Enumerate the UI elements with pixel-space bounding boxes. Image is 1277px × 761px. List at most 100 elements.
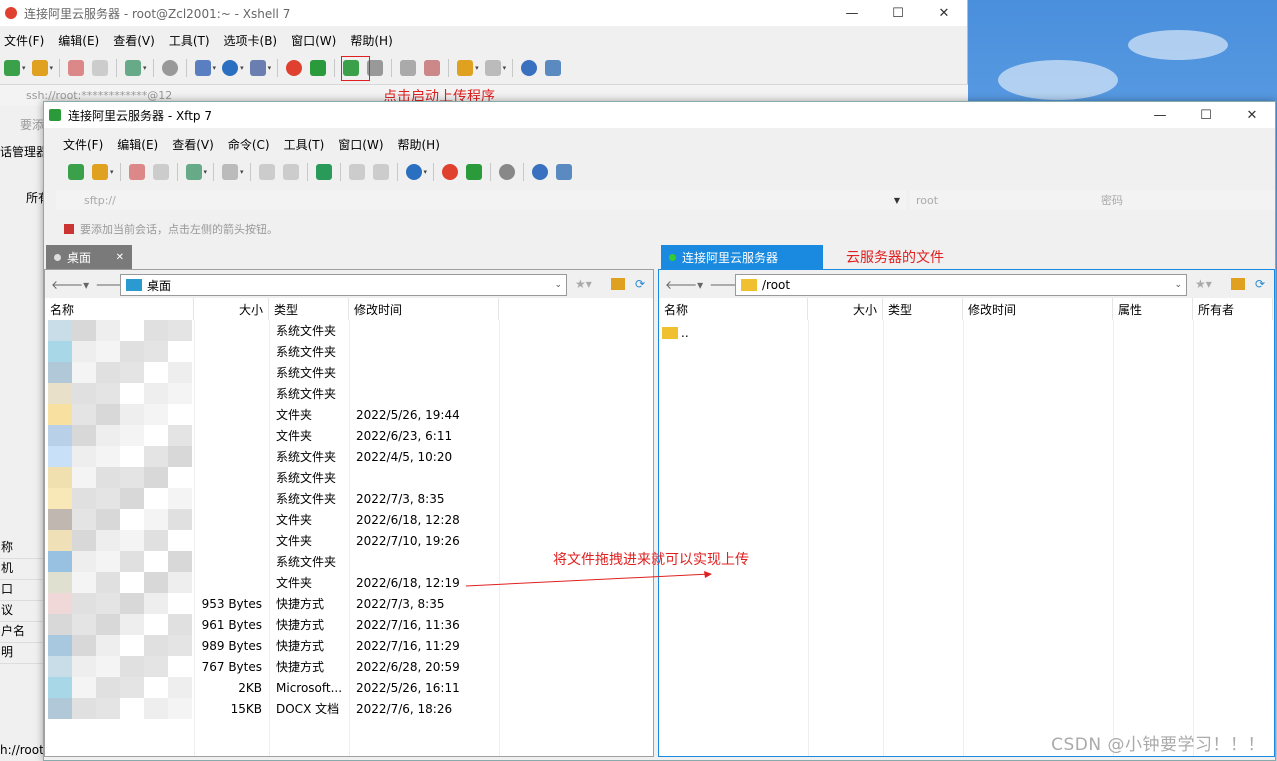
transfer-icon[interactable] — [194, 60, 211, 76]
col-size[interactable]: 大小 — [194, 298, 269, 320]
remote-path-dropdown-icon[interactable]: ⌄ — [1174, 280, 1182, 290]
highlight-icon[interactable] — [424, 60, 441, 76]
remote-col-modified[interactable]: 修改时间 — [963, 298, 1113, 320]
tab-server[interactable]: 连接阿里云服务器 — [661, 245, 823, 269]
xftp-menu-edit[interactable]: 编辑(E) — [110, 136, 165, 153]
xftp-menu-view[interactable]: 查看(V) — [165, 136, 221, 153]
remote-back-arrow-icon[interactable]: 🡐▾ — [665, 277, 703, 292]
local-path-input[interactable]: 桌面 ⌄ — [120, 274, 567, 296]
parent-folder-icon[interactable] — [611, 278, 625, 290]
table-row[interactable]: 文件夹 2022/5/26, 19:44 — [45, 404, 499, 425]
col-type[interactable]: 类型 — [269, 298, 349, 320]
xftp-new-session-icon[interactable] — [68, 164, 84, 180]
table-row[interactable]: 989 Bytes 快捷方式 2022/7/16, 11:29 — [45, 635, 499, 656]
layout-icon[interactable] — [484, 60, 501, 76]
tab-desktop[interactable]: 桌面 ✕ — [46, 245, 132, 269]
remote-pane[interactable]: 🡐▾ 🡒▾ /root ⌄ ★▾ ⟳ 名称 大小 类型 修改时间 属性 所有者 — [658, 269, 1275, 757]
sftp-address-input[interactable]: sftp:// ▼ — [56, 190, 906, 210]
col-name[interactable]: 名称 — [45, 298, 194, 320]
refresh-icon[interactable]: ⟳ — [635, 277, 645, 291]
remote-col-size[interactable]: 大小 — [808, 298, 883, 320]
new-tab-icon[interactable] — [457, 60, 474, 76]
globe-icon[interactable] — [222, 60, 239, 76]
font-icon[interactable] — [249, 60, 266, 76]
table-row[interactable]: 文件夹 2022/6/23, 6:11 — [45, 425, 499, 446]
menu-edit[interactable]: 编辑(E) — [51, 32, 106, 49]
close-button[interactable]: ✕ — [921, 0, 967, 26]
table-row[interactable]: 15KB DOCX 文档 2022/7/6, 18:26 — [45, 698, 499, 719]
disconnect-icon[interactable] — [92, 60, 109, 76]
chat-icon[interactable] — [545, 60, 562, 76]
table-row[interactable]: 系统文件夹 2022/7/3, 8:35 — [45, 488, 499, 509]
table-row[interactable]: 系统文件夹 — [45, 341, 499, 362]
table-row[interactable]: 文件夹 2022/6/18, 12:19 — [45, 572, 499, 593]
table-row[interactable]: .. — [662, 322, 689, 343]
menu-view[interactable]: 查看(V) — [106, 32, 162, 49]
xftp-connect-icon[interactable] — [128, 164, 145, 180]
xftp-paste-icon[interactable] — [282, 164, 299, 180]
search-icon[interactable] — [161, 60, 178, 76]
xftp-copy-icon[interactable] — [258, 164, 275, 180]
xftp-properties-icon[interactable] — [185, 164, 202, 180]
menu-tabs[interactable]: 选项卡(B) — [217, 32, 285, 49]
table-row[interactable]: 系统文件夹 — [45, 551, 499, 572]
xftp-xshell-icon[interactable] — [442, 164, 459, 180]
xftp-menu-command[interactable]: 命令(C) — [221, 136, 277, 153]
table-row[interactable]: 2KB Microsoft... 2022/5/26, 16:11 — [45, 677, 499, 698]
open-folder-icon[interactable] — [31, 60, 48, 76]
remote-col-type[interactable]: 类型 — [883, 298, 963, 320]
table-row[interactable]: 系统文件夹 — [45, 383, 499, 404]
xftp-close-button[interactable]: ✕ — [1229, 102, 1275, 128]
tab-close-icon[interactable]: ✕ — [116, 252, 124, 263]
xftp-open-icon[interactable] — [92, 164, 108, 180]
menu-help[interactable]: 帮助(H) — [343, 32, 399, 49]
table-row[interactable]: 系统文件夹 — [45, 320, 499, 341]
address-dropdown-icon[interactable]: ▼ — [894, 196, 900, 205]
settings-gear-icon[interactable] — [499, 164, 516, 180]
xshell-icon[interactable] — [286, 60, 303, 76]
table-row[interactable]: 系统文件夹 — [45, 362, 499, 383]
table-row[interactable]: 767 Bytes 快捷方式 2022/6/28, 20:59 — [45, 656, 499, 677]
new-session-icon[interactable] — [4, 60, 20, 76]
table-row[interactable]: 系统文件夹 — [45, 467, 499, 488]
maximize-button[interactable]: ☐ — [875, 0, 921, 26]
xftp-app-icon[interactable] — [466, 164, 483, 180]
menu-window[interactable]: 窗口(W) — [284, 32, 343, 49]
xftp-maximize-button[interactable]: ☐ — [1183, 102, 1229, 128]
remote-parent-folder-icon[interactable] — [1231, 278, 1245, 290]
remote-col-attributes[interactable]: 属性 — [1113, 298, 1193, 320]
xftp-doc-icon[interactable] — [348, 164, 365, 180]
remote-col-owner[interactable]: 所有者 — [1193, 298, 1273, 320]
xftp-menu-tools[interactable]: 工具(T) — [277, 136, 332, 153]
xftp-chat-icon[interactable] — [556, 164, 573, 180]
xftp-globe-icon[interactable] — [405, 164, 422, 180]
col-modified[interactable]: 修改时间 — [349, 298, 499, 320]
menu-file[interactable]: 文件(F) — [0, 32, 51, 49]
local-pane[interactable]: 🡐▾ 🡒▾ 桌面 ⌄ ★▾ ⟳ 名称 大小 类型 修改时间 系统文件夹 系统文件夹… — [44, 269, 654, 757]
help-icon[interactable] — [521, 60, 538, 76]
favorites-star-icon[interactable]: ★▾ — [575, 277, 592, 291]
xftp-minimize-button[interactable]: — — [1137, 102, 1183, 128]
back-arrow-icon[interactable]: 🡐▾ — [51, 277, 89, 292]
remote-col-name[interactable]: 名称 — [659, 298, 808, 320]
table-row[interactable]: 961 Bytes 快捷方式 2022/7/16, 11:36 — [45, 614, 499, 635]
xftp-view-icon[interactable] — [222, 164, 239, 180]
sync-arrows-icon[interactable] — [315, 164, 332, 180]
keyboard-icon[interactable] — [400, 60, 417, 76]
remote-path-input[interactable]: /root ⌄ — [735, 274, 1187, 296]
table-row[interactable]: 文件夹 2022/6/18, 12:28 — [45, 509, 499, 530]
connect-icon[interactable] — [68, 60, 85, 76]
remote-favorites-star-icon[interactable]: ★▾ — [1195, 277, 1212, 291]
menu-tools[interactable]: 工具(T) — [162, 32, 217, 49]
xftp-help-icon[interactable] — [532, 164, 549, 180]
path-dropdown-icon[interactable]: ⌄ — [554, 280, 562, 290]
xftp-disconnect-icon[interactable] — [152, 164, 169, 180]
xftp-menu-file[interactable]: 文件(F) — [56, 136, 110, 153]
xftp-menu-help[interactable]: 帮助(H) — [391, 136, 447, 153]
xftp-doc2-icon[interactable] — [372, 164, 389, 180]
properties-icon[interactable] — [125, 60, 142, 76]
xftp-launch-icon[interactable] — [310, 60, 327, 76]
table-row[interactable]: 953 Bytes 快捷方式 2022/7/3, 8:35 — [45, 593, 499, 614]
table-row[interactable]: 文件夹 2022/7/10, 19:26 — [45, 530, 499, 551]
xftp-menu-window[interactable]: 窗口(W) — [331, 136, 390, 153]
